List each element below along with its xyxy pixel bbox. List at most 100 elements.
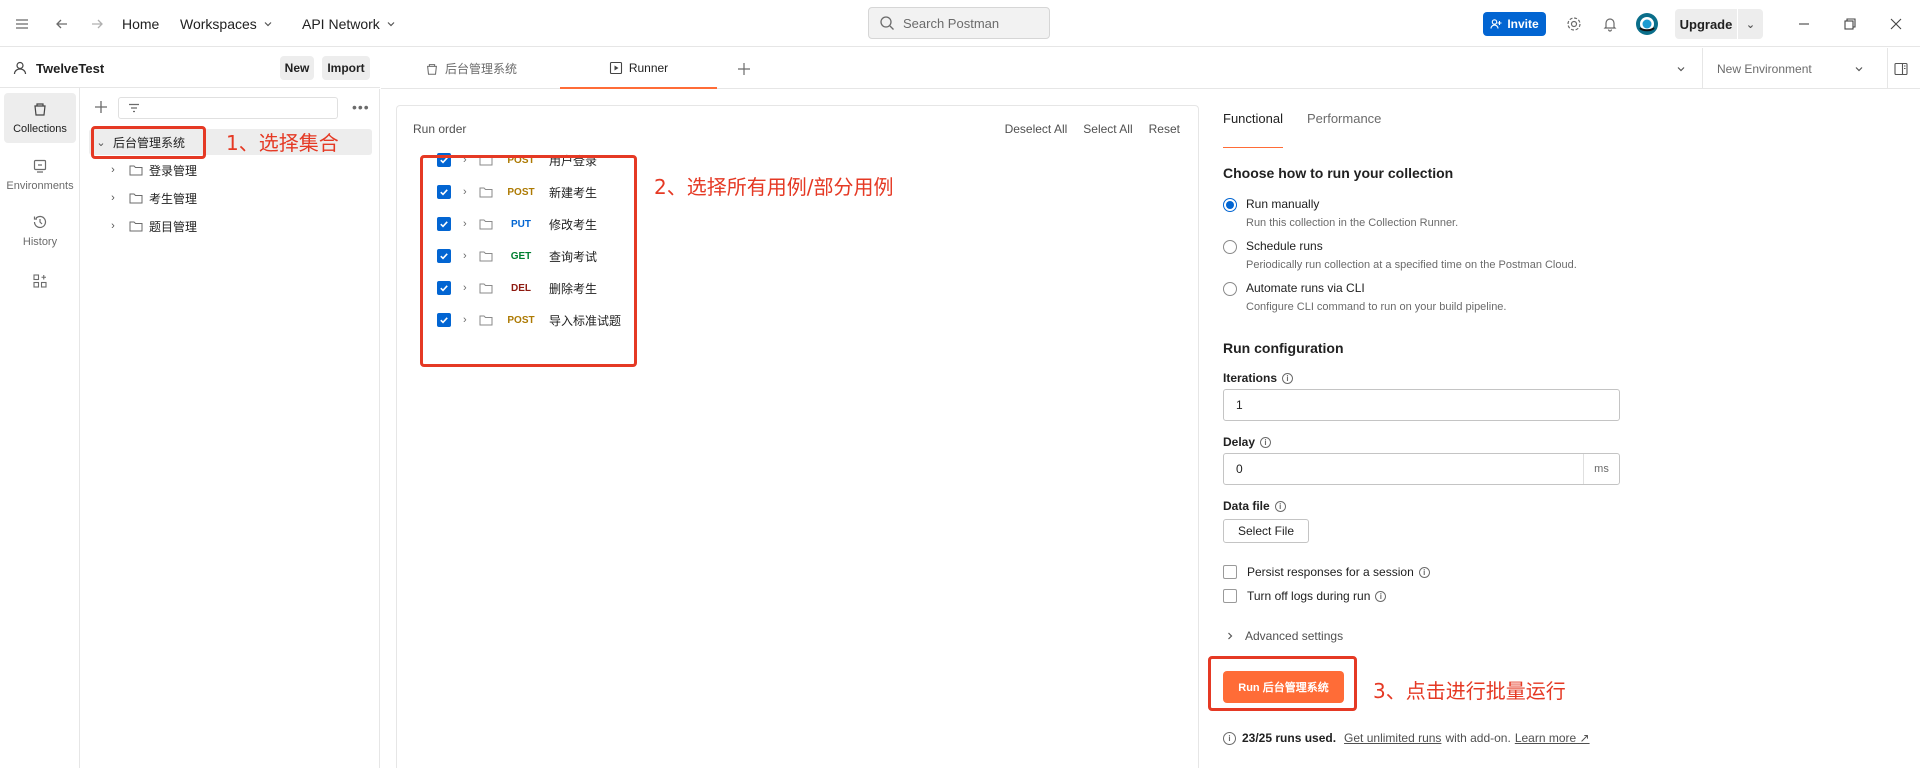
radio-button[interactable] xyxy=(1223,282,1237,296)
chevron-right-icon[interactable]: › xyxy=(105,164,121,176)
menu-icon[interactable] xyxy=(14,0,30,47)
radio-button[interactable] xyxy=(1223,240,1237,254)
restore-icon[interactable] xyxy=(1843,0,1857,47)
workspaces-label: Workspaces xyxy=(180,15,257,32)
info-icon[interactable]: i xyxy=(1375,590,1387,602)
history-icon xyxy=(33,215,47,229)
workspace-name[interactable]: TwelveTest xyxy=(12,48,104,88)
chevron-right-icon[interactable]: › xyxy=(105,220,121,232)
iterations-input[interactable]: 1 xyxy=(1223,389,1620,421)
runner-icon xyxy=(609,61,622,74)
checkbox[interactable] xyxy=(1223,565,1237,579)
filter-input[interactable] xyxy=(118,97,338,119)
chevron-right-icon xyxy=(1228,632,1233,640)
chevron-down-icon xyxy=(387,21,395,26)
iterations-label-text: Iterations xyxy=(1223,371,1278,385)
filter-icon xyxy=(129,103,139,113)
tree-folder[interactable]: › 考生管理 xyxy=(105,185,197,211)
tab-performance[interactable]: Performance xyxy=(1307,89,1381,148)
tree-folder[interactable]: › 题目管理 xyxy=(105,213,197,239)
workspace-header: TwelveTest New Import xyxy=(0,48,380,88)
tab-label: Runner xyxy=(628,60,669,75)
select-all-button[interactable]: Select All xyxy=(1083,122,1132,136)
home-link[interactable]: Home xyxy=(122,0,159,47)
sidebar-item-history[interactable]: History xyxy=(4,206,76,256)
learn-more-link[interactable]: Learn more ↗ xyxy=(1515,731,1590,745)
tabs-dropdown-icon[interactable] xyxy=(1676,48,1692,89)
deselect-all-button[interactable]: Deselect All xyxy=(1005,122,1068,136)
info-icon[interactable]: i xyxy=(1260,436,1272,448)
invite-button[interactable]: Invite xyxy=(1483,12,1546,36)
right-sidebar-icon[interactable] xyxy=(1887,48,1920,89)
info-icon: i xyxy=(1223,731,1236,745)
with-addon-text: with add-on. xyxy=(1445,731,1511,745)
reset-button[interactable]: Reset xyxy=(1149,122,1180,136)
info-icon[interactable]: i xyxy=(1274,500,1286,512)
avatar[interactable] xyxy=(1635,0,1659,47)
apps-grid-icon xyxy=(33,274,47,288)
annotation-step1: 1、选择集合 xyxy=(226,131,339,155)
runs-usage-info: i 23/25 runs used. Get unlimited runs wi… xyxy=(1223,731,1594,745)
sidebar-item-collections[interactable]: Collections xyxy=(4,93,76,143)
turn-off-logs-label: Turn off logs during run xyxy=(1247,589,1371,603)
info-icon[interactable]: i xyxy=(1418,566,1430,578)
tree-folder[interactable]: › 登录管理 xyxy=(105,157,197,183)
advanced-settings-label: Advanced settings xyxy=(1245,629,1344,643)
minimize-icon[interactable] xyxy=(1797,0,1811,47)
settings-gear-icon[interactable] xyxy=(1566,0,1582,47)
tab-runner[interactable]: Runner xyxy=(560,48,717,89)
checkbox[interactable] xyxy=(1223,589,1237,603)
get-unlimited-link[interactable]: Get unlimited runs xyxy=(1344,731,1441,745)
folder-name: 登录管理 xyxy=(149,163,198,178)
runs-used-count: 23/25 runs used. xyxy=(1242,731,1337,745)
folder-name: 题目管理 xyxy=(149,219,198,234)
option-schedule-runs[interactable]: Schedule runs Periodically run collectio… xyxy=(1223,239,1577,271)
option-run-manually[interactable]: Run manually Run this collection in the … xyxy=(1223,197,1458,229)
option-label: Run manually xyxy=(1246,197,1320,211)
delay-input[interactable]: 0 ms xyxy=(1223,453,1620,485)
collections-icon xyxy=(427,63,437,75)
config-tabs: Functional Performance xyxy=(1223,89,1405,148)
upgrade-button[interactable]: Upgrade ⌄ xyxy=(1675,9,1763,39)
how-to-run-heading: Choose how to run your collection xyxy=(1223,165,1454,181)
close-icon[interactable] xyxy=(1889,0,1903,47)
back-arrow-icon[interactable] xyxy=(54,0,70,47)
turn-off-logs-option[interactable]: Turn off logs during run i xyxy=(1223,589,1387,603)
workspaces-menu[interactable]: Workspaces xyxy=(180,0,273,47)
top-bar: Home Workspaces API Network Search Postm… xyxy=(0,0,1920,47)
new-button[interactable]: New xyxy=(280,56,314,80)
run-collection-button[interactable]: Run 后台管理系统 xyxy=(1223,671,1344,703)
persist-responses-option[interactable]: Persist responses for a session i xyxy=(1223,565,1430,579)
advanced-settings-toggle[interactable]: Advanced settings xyxy=(1225,629,1343,643)
run-order-title: Run order xyxy=(413,122,467,136)
environment-select[interactable]: New Environment xyxy=(1702,48,1878,89)
forward-arrow-icon[interactable] xyxy=(89,0,105,47)
workspace-name-label: TwelveTest xyxy=(36,60,105,76)
delay-label: Delay i xyxy=(1223,435,1272,449)
more-options-icon[interactable]: ••• xyxy=(352,99,370,115)
info-icon[interactable]: i xyxy=(1282,372,1294,384)
persist-label: Persist responses for a session xyxy=(1247,565,1414,579)
chevron-right-icon[interactable]: › xyxy=(105,192,121,204)
option-description: Run this collection in the Collection Ru… xyxy=(1246,217,1459,229)
new-tab-icon[interactable] xyxy=(737,48,757,89)
import-button[interactable]: Import xyxy=(322,56,370,80)
radio-button[interactable] xyxy=(1223,198,1237,212)
add-user-icon xyxy=(1490,19,1502,29)
select-file-button[interactable]: Select File xyxy=(1223,519,1309,543)
annotation-box-requests xyxy=(420,155,637,367)
tab-functional[interactable]: Functional xyxy=(1223,89,1283,148)
sidebar-item-environments[interactable]: Environments xyxy=(4,150,76,200)
api-network-menu[interactable]: API Network xyxy=(302,0,396,47)
tab-collection[interactable]: 后台管理系统 xyxy=(425,48,517,89)
delay-unit: ms xyxy=(1583,454,1619,484)
add-icon[interactable] xyxy=(93,99,109,118)
notifications-bell-icon[interactable] xyxy=(1602,0,1618,47)
search-placeholder: Search Postman xyxy=(903,15,1000,31)
chevron-down-icon[interactable]: ⌄ xyxy=(1738,18,1763,31)
search-bar[interactable]: Search Postman xyxy=(868,7,1050,39)
option-automate-cli[interactable]: Automate runs via CLI Configure CLI comm… xyxy=(1223,281,1506,313)
user-icon xyxy=(13,61,27,75)
folder-icon xyxy=(129,193,143,204)
sidebar-item-apps[interactable] xyxy=(4,266,76,302)
